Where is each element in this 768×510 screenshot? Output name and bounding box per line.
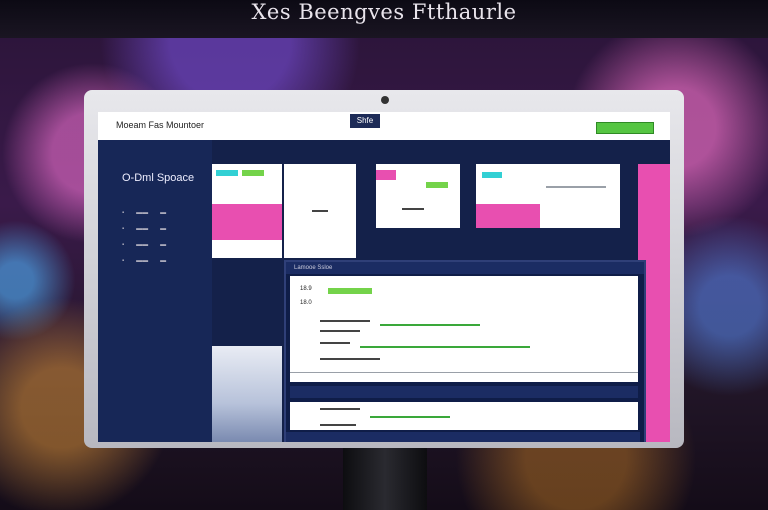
row-text [320, 320, 370, 322]
divider [290, 372, 638, 373]
dialog-section-header [290, 386, 638, 398]
content-card[interactable] [212, 164, 282, 258]
row-text [320, 408, 360, 410]
sidebar-title: O-Dml Spoace [122, 172, 195, 184]
dialog-row: 18.0 [300, 300, 312, 306]
app-logo: Shfe [350, 114, 380, 128]
row-text [380, 324, 480, 326]
content-card[interactable] [476, 164, 620, 228]
sidebar-item[interactable]: ▪ ▬▬ ▬ [122, 258, 166, 264]
sidebar-item[interactable]: ▪ ▬▬ ▬ [122, 210, 166, 216]
dialog-footer-body [290, 402, 638, 430]
title-bar: Xes Beengves Ftthaurle [0, 0, 768, 38]
headline: Xes Beengves Ftthaurle [251, 0, 517, 24]
tag-chip [242, 170, 264, 176]
webcam-icon [381, 96, 389, 104]
card-text [312, 210, 328, 212]
monitor-screen: Moeam Fas Mountoer Shfe O-Dml Spoace ▪ ▬▬… [98, 112, 670, 442]
card-swatch [376, 170, 396, 180]
tag-chip [426, 182, 448, 188]
row-text [320, 358, 380, 360]
row-text [320, 424, 356, 426]
row-value: 18.9 [300, 286, 312, 292]
card-text [402, 208, 424, 210]
dialog-statusbar [286, 432, 640, 442]
primary-button[interactable] [596, 122, 654, 134]
monitor: Moeam Fas Mountoer Shfe O-Dml Spoace ▪ ▬▬… [84, 90, 684, 448]
dialog-title: Lamooe Ssloe [286, 262, 644, 274]
dialog-window: Lamooe Ssloe 18.9 18.0 [284, 260, 646, 442]
content-card[interactable] [212, 346, 282, 442]
dialog-body: 18.9 18.0 [290, 276, 638, 382]
sidebar: O-Dml Spoace ▪ ▬▬ ▬ ▪ ▬▬ ▬ ▪ ▬▬ ▬ ▪ ▬▬ ▬ [98, 140, 212, 442]
content-card[interactable] [284, 164, 356, 258]
card-image [212, 204, 282, 240]
card-image [476, 204, 540, 228]
row-text [320, 342, 350, 344]
row-value: 18.0 [300, 300, 312, 306]
tag-chip [216, 170, 238, 176]
row-text [370, 416, 450, 418]
content-card[interactable] [376, 164, 460, 228]
status-chip [328, 288, 372, 294]
dialog-row: 18.9 [300, 286, 312, 292]
card-text [546, 186, 606, 188]
monitor-stand [343, 448, 427, 510]
sidebar-item[interactable]: ▪ ▬▬ ▬ [122, 226, 166, 232]
tag-chip [482, 172, 502, 178]
row-text [320, 330, 360, 332]
sidebar-item[interactable]: ▪ ▬▬ ▬ [122, 242, 166, 248]
app-topbar: Moeam Fas Mountoer Shfe [98, 112, 670, 140]
app-brand: Moeam Fas Mountoer [116, 120, 205, 130]
row-text [360, 346, 530, 348]
